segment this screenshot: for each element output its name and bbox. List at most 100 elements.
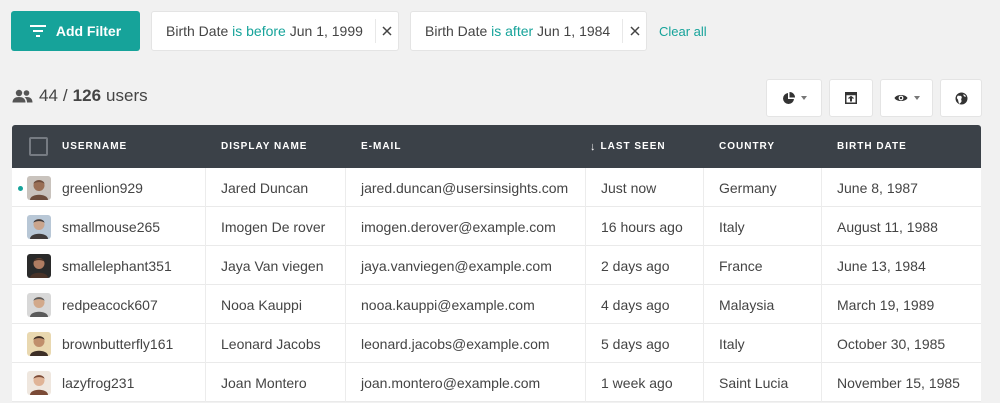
column-divider	[205, 168, 206, 207]
email-cell[interactable]: jaya.vanviegen@example.com	[361, 246, 552, 285]
filter-field: Birth Date	[425, 23, 488, 39]
column-header-email[interactable]: E-MAIL	[361, 125, 401, 168]
remove-filter-button[interactable]	[623, 26, 646, 36]
table-row[interactable]: lazyfrog231 Joan Montero joan.montero@exam…	[12, 363, 981, 402]
country-cell: Italy	[719, 218, 745, 235]
column-divider	[821, 207, 822, 246]
table-row[interactable]: greenlion929 Jared Duncan jared.duncan@use…	[12, 168, 981, 207]
column-divider	[585, 168, 586, 207]
columns-visibility-button[interactable]	[880, 79, 933, 117]
username-cell[interactable]: redpeacock607	[62, 285, 158, 324]
column-header-country[interactable]: COUNTRY	[719, 125, 775, 168]
email-cell[interactable]: imogen.derover@example.com	[361, 207, 556, 246]
filter-bar: Add Filter Birth Date is before Jun 1, 1…	[11, 11, 707, 51]
username-cell[interactable]: smallelephant351	[62, 246, 172, 285]
select-all-cell	[29, 125, 48, 168]
column-divider	[703, 285, 704, 324]
column-divider	[205, 246, 206, 285]
column-divider	[703, 363, 704, 402]
avatar[interactable]	[27, 370, 51, 395]
chevron-down-icon	[800, 96, 807, 100]
table-row[interactable]: redpeacock607 Nooa Kauppi nooa.kauppi@exam…	[12, 285, 981, 324]
users-icon	[12, 89, 33, 103]
column-divider	[345, 363, 346, 402]
country-cell: Italy	[719, 335, 745, 352]
email-cell[interactable]: leonard.jacobs@example.com	[361, 324, 550, 363]
column-divider	[821, 324, 822, 363]
birth-date-cell: October 30, 1985	[837, 335, 946, 352]
filter-lines-icon	[29, 25, 46, 37]
column-header-last-seen-label: LAST SEEN	[600, 141, 666, 152]
avatar[interactable]	[27, 331, 51, 356]
column-divider	[821, 285, 822, 324]
column-divider	[585, 324, 586, 363]
country-cell: Saint Lucia	[719, 374, 789, 391]
filter-chip[interactable]: Birth Date is after Jun 1, 1984	[410, 11, 647, 51]
avatar[interactable]	[27, 292, 51, 317]
country-cell: France	[719, 257, 763, 274]
column-divider	[205, 285, 206, 324]
column-divider	[345, 207, 346, 246]
avatar[interactable]	[27, 175, 51, 200]
layout-button[interactable]	[829, 79, 873, 117]
column-divider	[345, 168, 346, 207]
column-divider	[821, 363, 822, 402]
shown-count: 44	[39, 86, 58, 105]
remove-filter-button[interactable]	[376, 26, 398, 36]
avatar[interactable]	[27, 214, 51, 239]
column-header-birth-date[interactable]: BIRTH DATE	[837, 125, 907, 168]
birth-date-cell: November 15, 1985	[837, 374, 960, 391]
select-all-checkbox[interactable]	[29, 137, 48, 156]
pie-chart-icon	[782, 91, 795, 104]
column-divider	[821, 246, 822, 285]
online-status-dot	[18, 186, 23, 191]
filter-chip-text: Birth Date is before Jun 1, 1999	[152, 19, 376, 43]
charts-dropdown-button[interactable]	[766, 79, 822, 117]
filter-operator: is before	[232, 23, 286, 39]
column-divider	[585, 363, 586, 402]
last-seen-cell: Just now	[601, 179, 657, 196]
birth-date-cell: August 11, 1988	[837, 218, 938, 235]
users-table: USERNAME DISPLAY NAME E-MAIL ↓ LAST SEEN…	[12, 125, 981, 402]
display-name-cell: Jared Duncan	[221, 179, 309, 196]
column-divider	[345, 285, 346, 324]
column-divider	[205, 324, 206, 363]
table-body: greenlion929 Jared Duncan jared.duncan@use…	[12, 168, 981, 402]
country-cell: Malaysia	[719, 296, 775, 313]
avatar-cell	[27, 324, 51, 363]
column-header-username[interactable]: USERNAME	[62, 125, 127, 168]
table-row[interactable]: smallmouse265 Imogen De rover imogen.derov…	[12, 207, 981, 246]
sort-arrow-icon: ↓	[590, 140, 596, 153]
add-filter-label: Add Filter	[55, 23, 122, 39]
filter-chip-text: Birth Date is after Jun 1, 1984	[411, 19, 624, 43]
avatar[interactable]	[27, 253, 51, 278]
column-divider	[585, 207, 586, 246]
last-seen-cell: 4 days ago	[601, 296, 670, 313]
birth-date-cell: March 19, 1989	[837, 296, 935, 313]
username-cell[interactable]: smallmouse265	[62, 207, 160, 246]
table-header: USERNAME DISPLAY NAME E-MAIL ↓ LAST SEEN…	[12, 125, 981, 168]
username-cell[interactable]: lazyfrog231	[62, 363, 134, 402]
column-header-display-name[interactable]: DISPLAY NAME	[221, 125, 307, 168]
username-cell[interactable]: greenlion929	[62, 168, 143, 207]
table-row[interactable]: brownbutterfly161 Leonard Jacobs leonard.j…	[12, 324, 981, 363]
column-header-last-seen[interactable]: ↓ LAST SEEN	[590, 125, 666, 168]
layout-icon	[845, 92, 857, 104]
add-filter-button[interactable]: Add Filter	[11, 11, 140, 51]
display-name-cell: Leonard Jacobs	[221, 335, 321, 352]
map-view-button[interactable]	[940, 79, 982, 117]
column-divider	[585, 285, 586, 324]
table-row[interactable]: smallelephant351 Jaya Van viegen jaya.vanv…	[12, 246, 981, 285]
email-cell[interactable]: jared.duncan@usersinsights.com	[361, 168, 568, 207]
email-cell[interactable]: joan.montero@example.com	[361, 363, 540, 402]
username-cell[interactable]: brownbutterfly161	[62, 324, 173, 363]
email-cell[interactable]: nooa.kauppi@example.com	[361, 285, 535, 324]
user-count: 44 / 126 users	[12, 86, 148, 106]
filter-chip[interactable]: Birth Date is before Jun 1, 1999	[151, 11, 399, 51]
column-divider	[345, 246, 346, 285]
column-divider	[205, 207, 206, 246]
country-cell: Germany	[719, 179, 777, 196]
birth-date-cell: June 13, 1984	[837, 257, 926, 274]
column-divider	[703, 246, 704, 285]
clear-all-link[interactable]: Clear all	[659, 24, 707, 39]
